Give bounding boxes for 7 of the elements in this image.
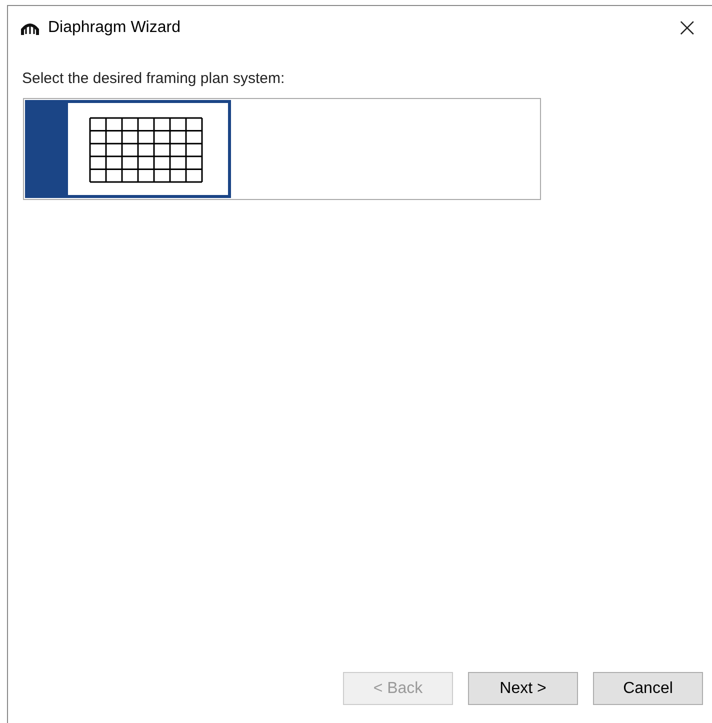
close-button[interactable]: × — [670, 13, 704, 43]
dialog-button[interactable]: Cancel — [593, 672, 703, 705]
prompt-text: Select the desired framing plan system: — [22, 70, 286, 87]
dialog-button[interactable]: Next > — [468, 672, 578, 705]
grid-plan-icon — [88, 116, 204, 184]
framing-plan-option[interactable] — [25, 100, 231, 198]
window-title: Diaphragm Wizard — [48, 19, 182, 37]
